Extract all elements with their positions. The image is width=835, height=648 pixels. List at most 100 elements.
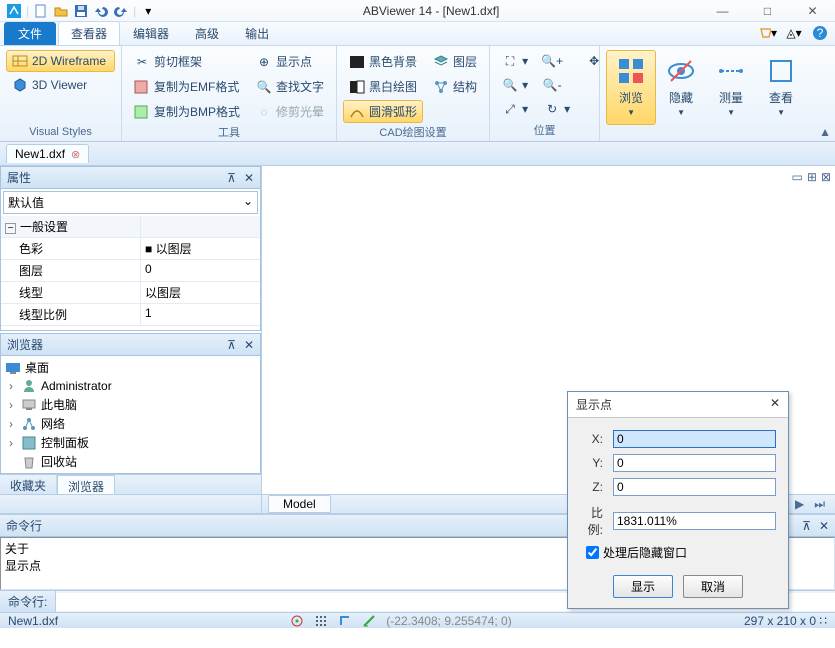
close-panel-icon[interactable]: ✕ [244, 171, 254, 185]
scroll-next-icon[interactable]: ▶ [791, 497, 808, 512]
collapse-icon[interactable]: − [5, 223, 16, 234]
tree-node[interactable]: › 网络 [1, 414, 260, 433]
minimize-button[interactable]: — [700, 0, 745, 22]
osnap-icon[interactable] [290, 614, 304, 628]
grid-snap-icon[interactable] [314, 614, 328, 628]
hide-big-button[interactable]: 隐藏▼ [656, 50, 706, 125]
prop-val[interactable]: 1 [141, 304, 260, 325]
scale-input[interactable] [613, 512, 776, 530]
rotate-button[interactable]: ↻▾ [538, 98, 576, 120]
style-dropdown-icon[interactable]: ◬▾ [785, 24, 803, 42]
close-panel-icon[interactable]: ✕ [819, 519, 829, 533]
layers-button[interactable]: 图层 [427, 50, 483, 73]
properties-filter-dropdown[interactable]: 默认值⌄ [3, 191, 258, 214]
prop-val[interactable]: ■ 以图层 [141, 238, 260, 259]
prop-val[interactable]: 0 [141, 260, 260, 281]
close-panel-icon[interactable]: ✕ [244, 338, 254, 352]
3dviewer-button[interactable]: 3D Viewer [6, 74, 115, 96]
clip-frame-button[interactable]: ✂剪切框架 [128, 50, 246, 73]
expand-icon[interactable]: › [5, 417, 17, 431]
prop-row[interactable]: 图层0 [1, 260, 260, 282]
qat-dropdown-icon[interactable]: ▾ [140, 3, 156, 19]
browse-big-button[interactable]: 浏览▼ [606, 50, 656, 125]
open-icon[interactable] [53, 3, 69, 19]
dialog-titlebar[interactable]: 显示点 ✕ [568, 392, 788, 418]
scroll-last-icon[interactable]: ⏭ [810, 497, 829, 512]
z-label: Z: [580, 480, 613, 494]
ortho-icon[interactable] [338, 614, 352, 628]
bw-draw-button[interactable]: 黑白绘图 [343, 75, 423, 98]
tile-icon[interactable]: ⊞ [807, 170, 817, 184]
wireframe-label: 2D Wireframe [32, 54, 106, 68]
x-input[interactable] [613, 430, 776, 448]
tree-node[interactable]: ›Administrator [1, 377, 260, 395]
prop-row[interactable]: 色彩■ 以图层 [1, 238, 260, 260]
zoom-out-button[interactable]: 🔍- [538, 74, 576, 96]
redo-icon[interactable] [113, 3, 129, 19]
tree-node[interactable]: ›控制面板 [1, 433, 260, 452]
tree-node[interactable]: 回收站 [1, 452, 260, 471]
save-icon[interactable] [73, 3, 89, 19]
cascade-icon[interactable]: ▭ [792, 170, 803, 184]
dialog-close-icon[interactable]: ✕ [770, 396, 780, 413]
document-tab[interactable]: New1.dxf ⊗ [6, 144, 89, 163]
cancel-button[interactable]: 取消 [683, 575, 743, 598]
measure-big-button[interactable]: 测量▼ [706, 50, 756, 125]
view-big-button[interactable]: 查看▼ [756, 50, 806, 125]
pin-icon[interactable]: ⊼ [802, 519, 811, 533]
new-icon[interactable] [33, 3, 49, 19]
undo-icon[interactable] [93, 3, 109, 19]
pin-icon[interactable]: ⊼ [227, 171, 236, 185]
ribbon-collapse-icon[interactable]: ▲ [819, 125, 831, 139]
z-input[interactable] [613, 478, 776, 496]
tree-root[interactable]: 桌面 [1, 358, 260, 377]
tab-editor[interactable]: 编辑器 [120, 21, 182, 45]
tree-node[interactable]: ›此电脑 [1, 395, 260, 414]
layers-label: 图层 [453, 53, 477, 70]
zoom-scale-button[interactable]: ⤢▾ [496, 98, 534, 120]
copy-emf-button[interactable]: 复制为EMF格式 [128, 75, 246, 98]
close-tab-icon[interactable]: ⊗ [71, 148, 80, 161]
tab-output[interactable]: 输出 [232, 21, 282, 45]
group-cad-label: CAD绘图设置 [343, 123, 483, 141]
expand-icon[interactable]: › [5, 436, 17, 450]
file-tab[interactable]: 文件 [4, 22, 56, 45]
model-tab[interactable]: Model [268, 495, 331, 513]
tab-favorites[interactable]: 收藏夹 [0, 475, 57, 494]
expand-icon[interactable]: › [5, 398, 17, 412]
structure-button[interactable]: 结构 [427, 75, 483, 98]
prop-row[interactable]: 线型以图层 [1, 282, 260, 304]
expand-icon[interactable]: › [5, 379, 17, 393]
polar-icon[interactable] [362, 614, 376, 628]
smooth-arc-button[interactable]: 圆滑弧形 [343, 100, 423, 123]
find-text-button[interactable]: 🔍查找文字 [250, 75, 330, 98]
copy-bmp-button[interactable]: 复制为BMP格式 [128, 100, 246, 123]
properties-header[interactable]: 属性 ⊼ ✕ [1, 167, 260, 189]
close-button[interactable]: ✕ [790, 0, 835, 22]
prop-val[interactable]: 以图层 [141, 282, 260, 303]
wireframe-button[interactable]: 2D Wireframe [6, 50, 115, 72]
maximize-button[interactable]: □ [745, 0, 790, 22]
zoom-in-button[interactable]: 🔍+ [538, 50, 576, 72]
black-bg-button[interactable]: 黑色背景 [343, 50, 423, 73]
hide-after-checkbox[interactable] [586, 546, 599, 559]
canvas[interactable]: ▭ ⊞ ⊠ 显示点 ✕ X: Y: Z: 比例: 处理后隐藏窗口 显示 取消 [262, 166, 835, 494]
prop-section-row[interactable]: −一般设置 [1, 216, 260, 238]
tab-advanced[interactable]: 高级 [182, 21, 232, 45]
zoom-prev-button[interactable]: 🔍▾ [496, 74, 534, 96]
show-point-button[interactable]: ⊕显示点 [250, 50, 330, 73]
mdi-close-icon[interactable]: ⊠ [821, 170, 831, 184]
tab-viewer[interactable]: 查看器 [58, 21, 120, 45]
zoom-fit-button[interactable]: ⛶▾ [496, 50, 534, 72]
show-button[interactable]: 显示 [613, 575, 673, 598]
hide-after-checkbox-row[interactable]: 处理后隐藏窗口 [586, 544, 776, 561]
prop-row[interactable]: 线型比例1 [1, 304, 260, 326]
options-icon[interactable]: ▾ [759, 24, 777, 42]
app-icon[interactable] [6, 3, 22, 19]
tab-browser[interactable]: 浏览器 [57, 475, 115, 494]
browser-header[interactable]: 浏览器 ⊼ ✕ [1, 334, 260, 356]
help-icon[interactable]: ? [811, 24, 829, 42]
pin-icon[interactable]: ⊼ [227, 338, 236, 352]
y-input[interactable] [613, 454, 776, 472]
tree-label: 网络 [41, 415, 65, 432]
